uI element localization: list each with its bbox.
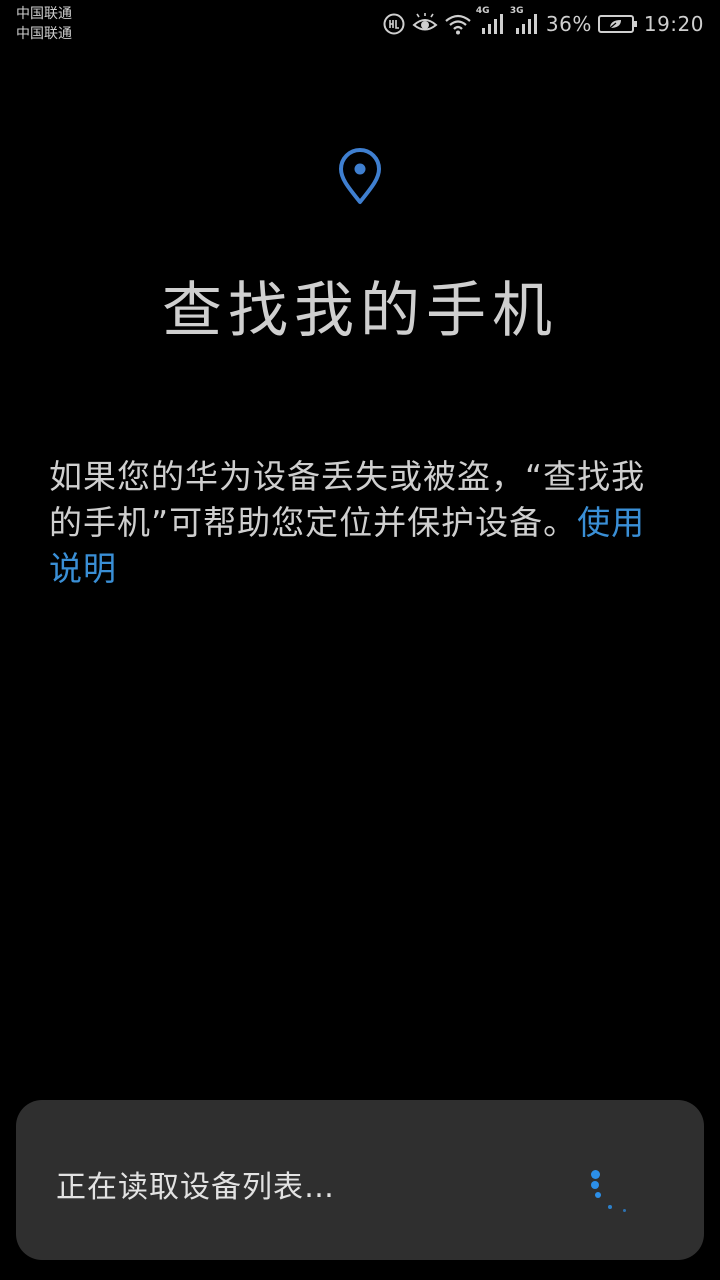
status-icons: 4G 3G 36% 19:20 <box>382 6 704 40</box>
hd-call-icon <box>382 12 406 36</box>
carrier-labels: 中国联通 中国联通 <box>16 4 72 44</box>
page-title: 查找我的手机 <box>162 276 558 346</box>
signal-4g-icon: 4G <box>476 6 506 36</box>
wifi-icon <box>444 13 472 35</box>
loading-spinner-icon <box>586 1162 636 1222</box>
location-pin-icon <box>337 148 383 206</box>
carrier-1: 中国联通 <box>16 6 72 22</box>
battery-percent: 36% <box>545 12 592 36</box>
status-bar: 中国联通 中国联通 4G 3G 36% 19:20 <box>0 0 720 48</box>
eye-comfort-icon <box>412 13 438 35</box>
clock: 19:20 <box>643 12 704 36</box>
loading-dialog: 正在读取设备列表… <box>16 1100 704 1260</box>
description: 如果您的华为设备丢失或被盗，“查找我的手机”可帮助您定位并保护设备。使用说明 <box>49 454 679 592</box>
net-type-1: 4G <box>475 6 490 16</box>
net-type-2: 3G <box>509 6 524 16</box>
carrier-2: 中国联通 <box>16 26 72 42</box>
battery-saver-icon <box>597 14 638 34</box>
description-text: 如果您的华为设备丢失或被盗，“查找我的手机”可帮助您定位并保护设备。 <box>49 457 646 542</box>
signal-3g-icon: 3G <box>510 6 540 36</box>
loading-message: 正在读取设备列表… <box>56 1170 335 1205</box>
